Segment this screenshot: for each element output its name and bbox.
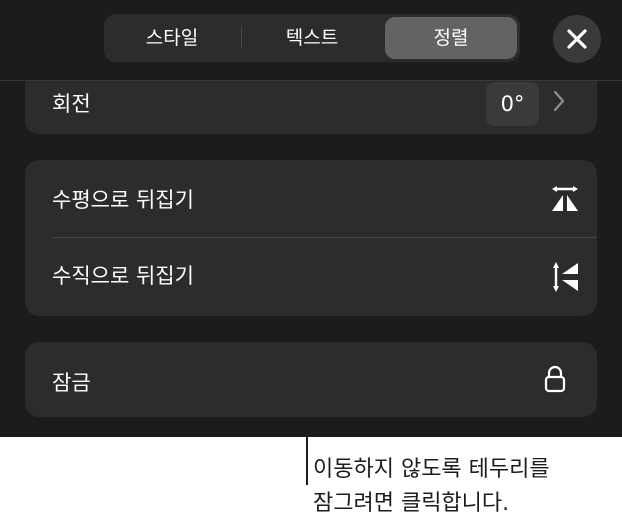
header-divider — [0, 80, 622, 81]
close-icon — [567, 29, 587, 49]
rotation-label: 회전 — [52, 92, 91, 116]
chevron-right-icon — [553, 90, 565, 116]
callout-text: 이동하지 않도록 테두리를 잠그려면 클릭합니다. — [313, 453, 613, 521]
flip-horizontal-icon — [550, 184, 580, 218]
callout-line — [306, 417, 308, 485]
flip-horizontal-label: 수평으로 뒤집기 — [52, 188, 194, 212]
tab-text[interactable]: 텍스트 — [242, 14, 382, 62]
lock-icon — [543, 364, 567, 398]
lock-row[interactable]: 잠금 — [25, 342, 597, 417]
flip-vertical-label: 수직으로 뒤집기 — [52, 264, 194, 288]
close-button[interactable] — [553, 15, 601, 63]
tab-arrange[interactable]: 정렬 — [385, 17, 517, 59]
tab-bar: 스타일 텍스트 정렬 — [104, 14, 520, 62]
arrange-panel: 회전 0° 스타일 텍스트 정렬 수평으로 뒤집기 수직으로 뒤집기 잠금 — [0, 0, 622, 437]
flip-group: 수평으로 뒤집기 수직으로 뒤집기 — [25, 160, 597, 316]
lock-label: 잠금 — [52, 371, 91, 395]
tab-style[interactable]: 스타일 — [104, 14, 240, 62]
callout-line-2: 잠그려면 클릭합니다. — [313, 491, 510, 516]
flip-vertical-icon — [551, 261, 581, 297]
flip-vertical-row[interactable]: 수직으로 뒤집기 — [25, 238, 597, 316]
callout-line-1: 이동하지 않도록 테두리를 — [313, 457, 550, 482]
rotation-value[interactable]: 0° — [486, 82, 539, 126]
panel-header: 스타일 텍스트 정렬 — [0, 0, 622, 80]
flip-horizontal-row[interactable]: 수평으로 뒤집기 — [25, 160, 597, 237]
